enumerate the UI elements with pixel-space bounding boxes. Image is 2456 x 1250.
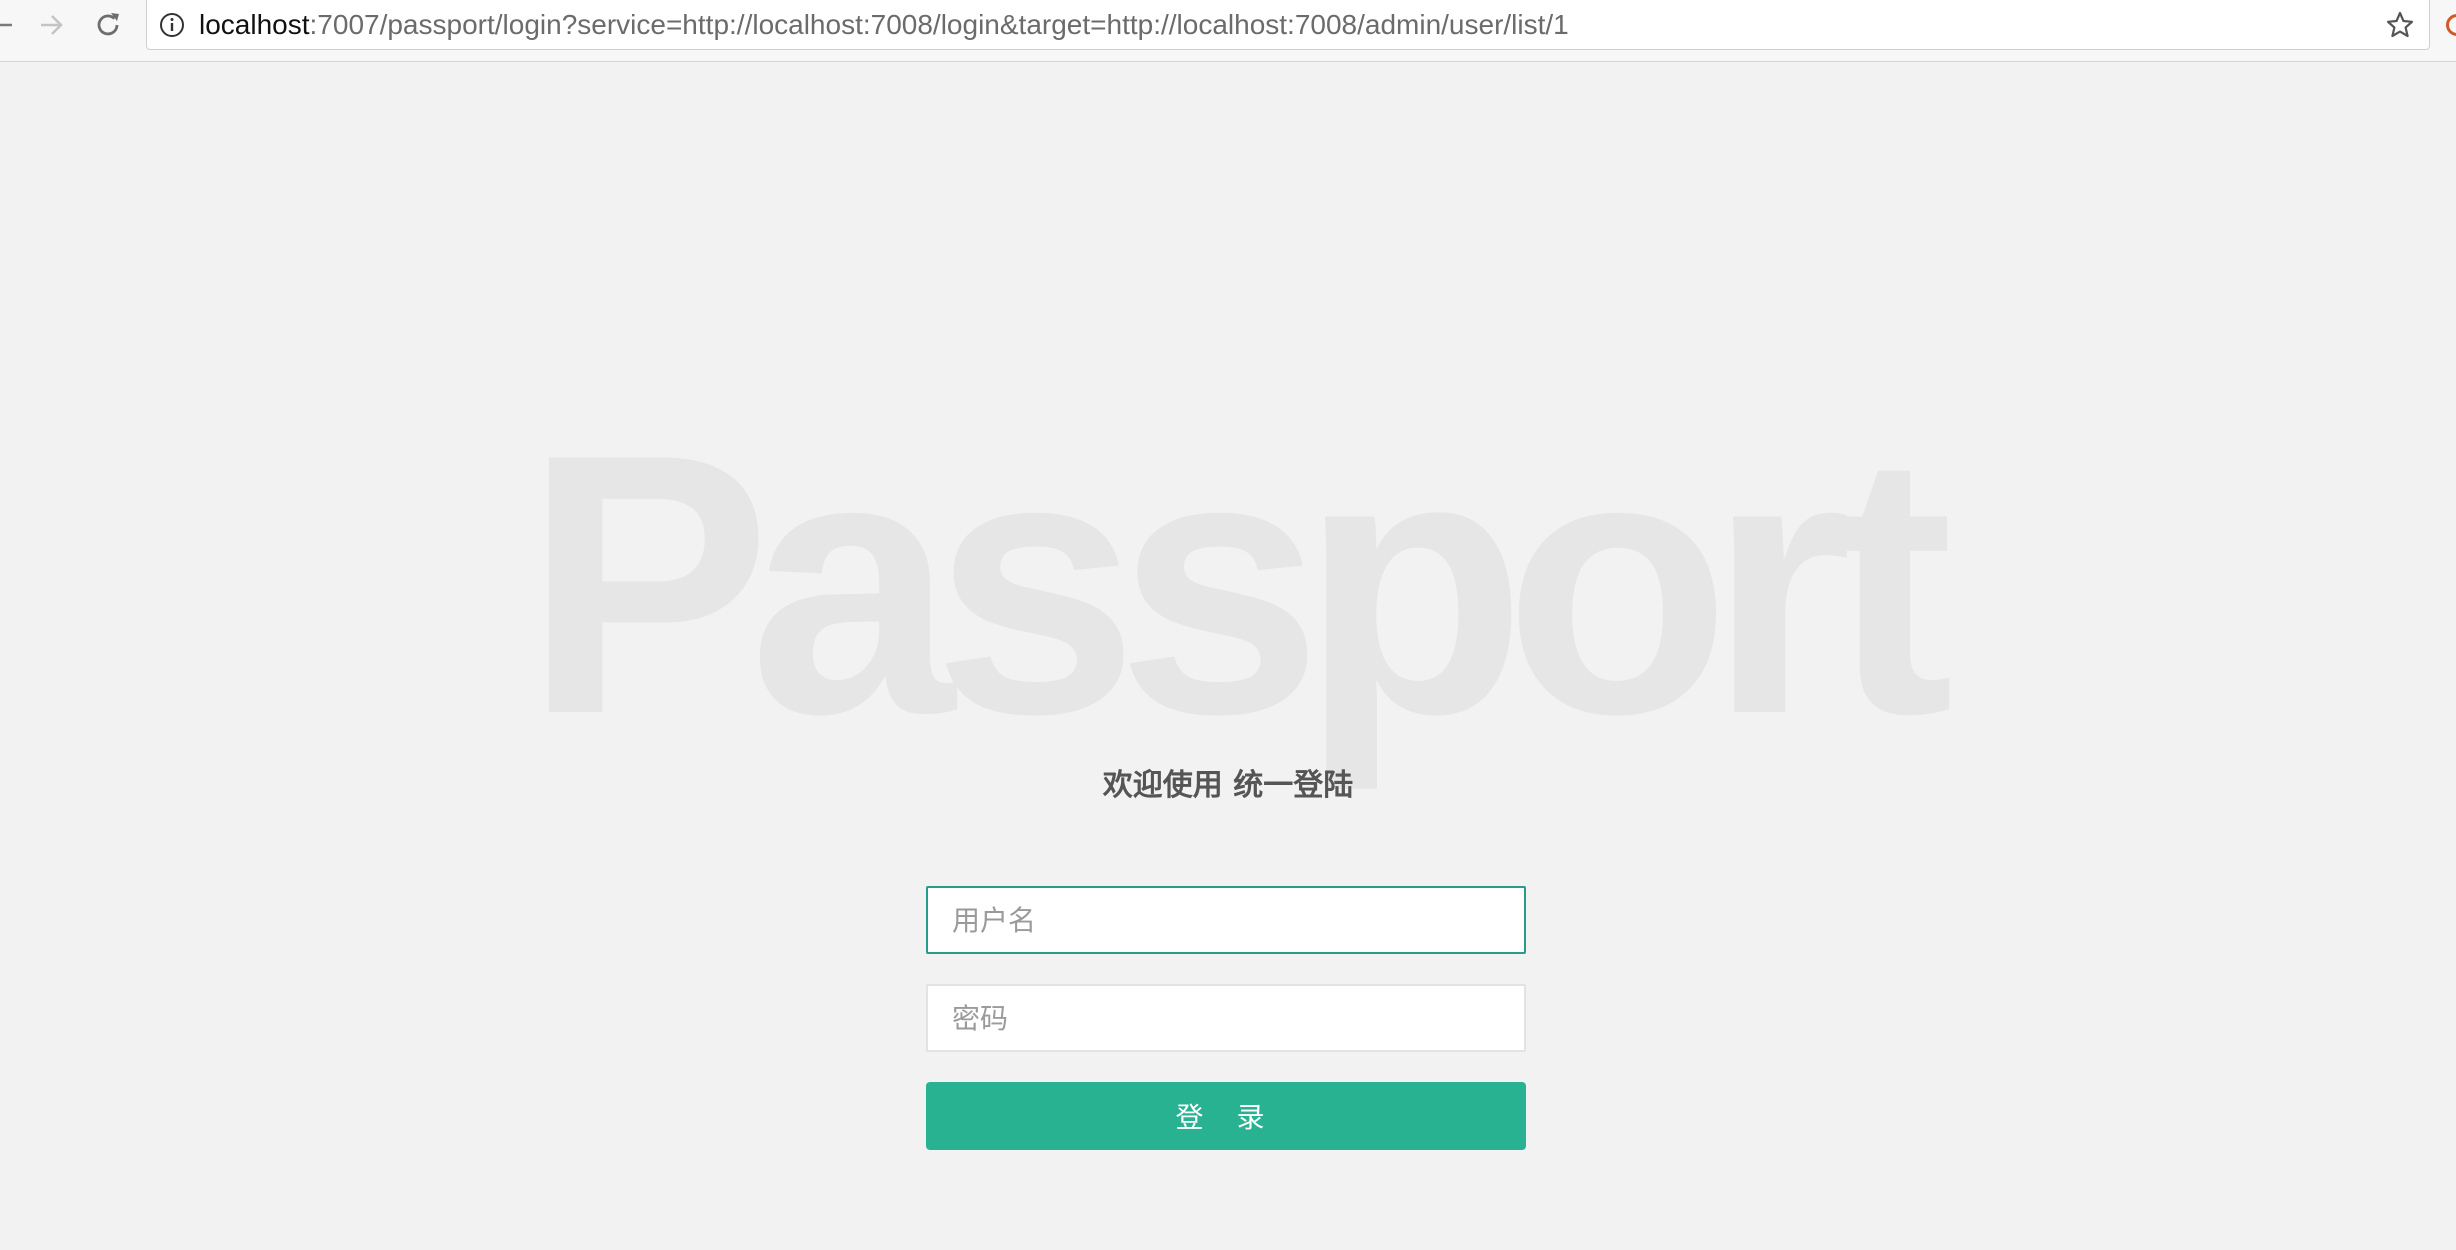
star-icon[interactable] [2385,10,2415,40]
arrow-left-icon [0,23,12,27]
browser-toolbar: localhost:7007/passport/login?service=ht… [0,0,2456,62]
forward-button[interactable] [30,0,74,50]
info-icon[interactable] [159,12,185,38]
extension-icon[interactable] [2446,14,2456,36]
arrow-right-icon [41,15,63,35]
reload-icon [97,13,119,36]
password-input[interactable] [926,984,1526,1052]
url-text[interactable]: localhost:7007/passport/login?service=ht… [199,0,1569,50]
login-button[interactable]: 登 录 [926,1082,1526,1150]
reload-button[interactable] [86,0,130,50]
back-button[interactable] [0,0,20,50]
username-input[interactable] [926,886,1526,954]
url-host: localhost [199,9,310,40]
passport-watermark: Passport [524,378,1953,791]
welcome-subtitle: 欢迎使用 统一登陆 [1102,768,1354,803]
address-bar[interactable]: localhost:7007/passport/login?service=ht… [146,0,2430,50]
url-path: :7007/passport/login?service=http://loca… [309,9,1569,40]
